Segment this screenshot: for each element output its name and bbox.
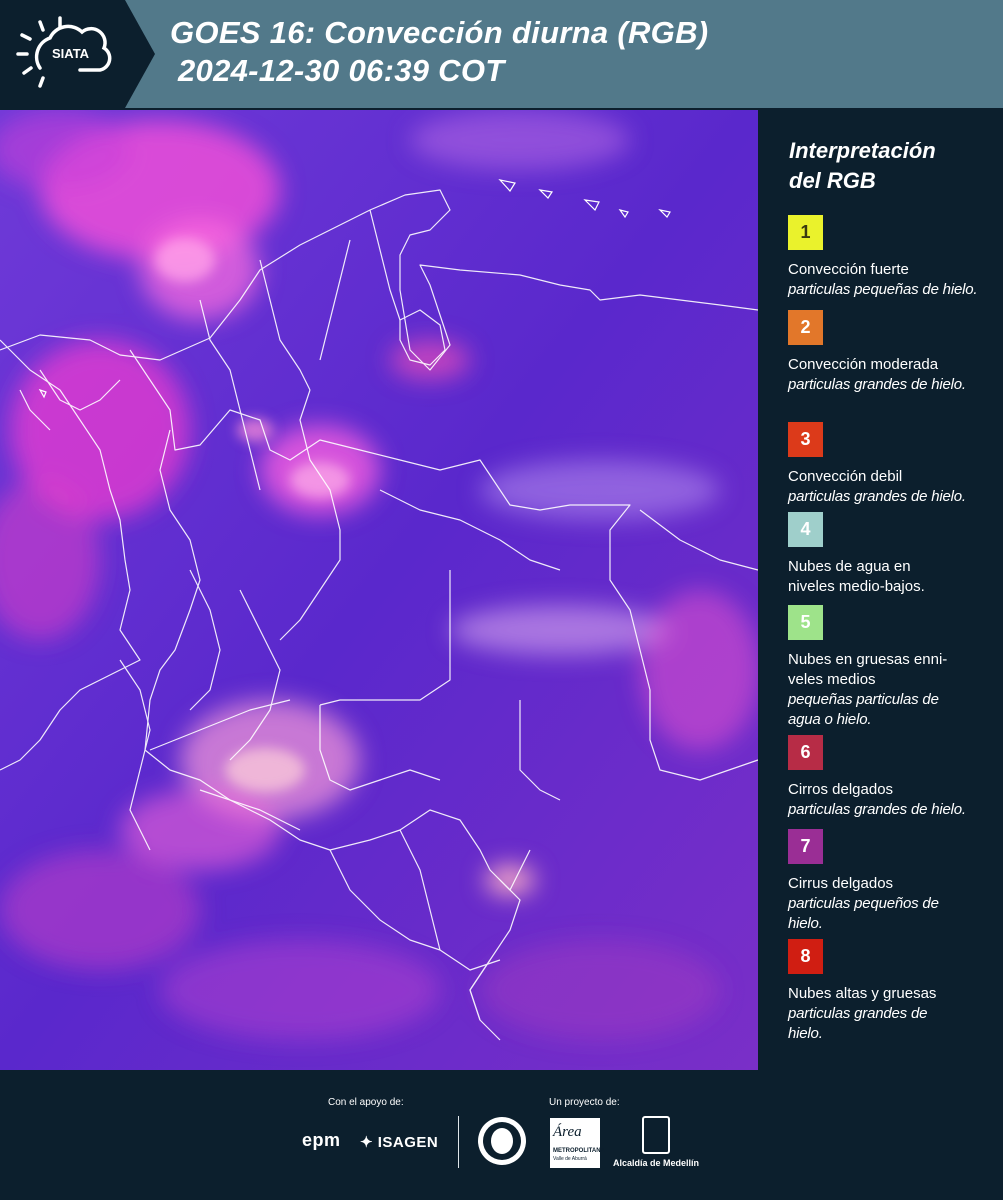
- legend-swatch-5: 5: [788, 605, 823, 640]
- legend-label-6: Cirros delgados: [788, 781, 894, 798]
- legend-swatch-7: 7: [788, 829, 823, 864]
- alcaldia-label: Alcaldía de Medellín: [613, 1158, 700, 1168]
- legend-item-6: 6 Cirros delgados particulas grandes de …: [788, 735, 998, 820]
- legend-number-2: 2: [800, 317, 811, 337]
- legend-item-1: 1 Convección fuerte particulas pequeñas …: [788, 215, 998, 300]
- legend-sub-6: particulas grandes de hielo.: [788, 801, 966, 818]
- title-line-2: 2024-12-30 06:39 COT: [178, 53, 505, 88]
- legend-sub-2: particulas grandes de hielo.: [788, 376, 966, 393]
- area-logo-sub2: Valle de Aburrá: [553, 1156, 587, 1162]
- legend-swatch-1: 1: [788, 215, 823, 250]
- legend-label-8: Nubes altas y gruesas: [788, 985, 937, 1002]
- legend-title-line-1: Interpretación: [789, 138, 936, 163]
- seal-core: [491, 1128, 513, 1154]
- legend-item-7: 7 Cirrus delgados particulas pequeños de…: [788, 829, 998, 934]
- legend-sub-3: particulas grandes de hielo.: [788, 488, 966, 505]
- legend-number-4: 4: [800, 519, 811, 539]
- legend-number-1: 1: [800, 222, 811, 242]
- legend-number-8: 8: [800, 946, 811, 966]
- isagen-logo-text: ISAGEN: [377, 1134, 439, 1151]
- legend-label-3: Convección debil: [788, 468, 903, 485]
- footer-bar: Con el apoyo de: Un proyecto de: epm ✦ I…: [0, 1070, 1003, 1200]
- legend-label-1: Convección fuerte: [788, 261, 909, 278]
- legend-item-3: 3 Convección debil particulas grandes de…: [788, 422, 998, 507]
- legend-label-2: Convección moderada: [788, 356, 939, 373]
- legend-title-line-2: del RGB: [789, 168, 876, 193]
- area-logo-text: Área: [553, 1124, 582, 1140]
- area-logo-sub: METROPOLITANA: [553, 1148, 605, 1154]
- legend-swatch-6: 6: [788, 735, 823, 770]
- legend-swatch-2: 2: [788, 310, 823, 345]
- legend-label-7: Cirrus delgados: [788, 875, 894, 892]
- legend-swatch-8: 8: [788, 939, 823, 974]
- isagen-mark-icon: ✦: [360, 1134, 374, 1151]
- area-metropolitana-logo: Área METROPOLITANA Valle de Aburrá: [550, 1118, 605, 1168]
- legend-sub-1: particulas pequeñas de hielo.: [788, 281, 978, 298]
- siata-logo: SIATA: [0, 0, 155, 108]
- epm-logo: epm: [302, 1130, 341, 1150]
- page-title: GOES 16: Convección diurna (RGB) 2024-12…: [170, 14, 708, 90]
- title-line-1: GOES 16: Convección diurna (RGB): [170, 15, 709, 50]
- legend-number-7: 7: [800, 836, 811, 856]
- legend-label-4: Nubes de agua en niveles medio-bajos.: [788, 558, 925, 595]
- legend-number-5: 5: [800, 612, 811, 632]
- legend-item-2: 2 Convección moderada particulas grandes…: [788, 310, 998, 395]
- isagen-logo: ✦ ISAGEN: [360, 1133, 438, 1151]
- support-label: Con el apoyo de:: [328, 1097, 404, 1108]
- legend-number-6: 6: [800, 742, 811, 762]
- university-seal-logo: [478, 1117, 526, 1165]
- legend-label-5: Nubes en gruesas enni-veles medios: [788, 651, 948, 688]
- project-label: Un proyecto de:: [549, 1097, 620, 1108]
- legend-sub-7: particulas pequeños de hielo.: [788, 895, 939, 932]
- alcaldia-shield-icon: [642, 1116, 670, 1154]
- satellite-map: [0, 110, 758, 1070]
- legend-swatch-4: 4: [788, 512, 823, 547]
- legend-item-5: 5 Nubes en gruesas enni-veles medios peq…: [788, 605, 998, 730]
- siata-logo-text: SIATA: [52, 46, 90, 61]
- legend-sub-8: particulas grandes de hielo.: [788, 1005, 928, 1042]
- legend-panel: Interpretación del RGB 1 Convección fuer…: [760, 110, 1003, 1070]
- header-bar: SIATA GOES 16: Convección diurna (RGB) 2…: [0, 0, 1003, 108]
- legend-swatch-3: 3: [788, 422, 823, 457]
- legend-item-8: 8 Nubes altas y gruesas particulas grand…: [788, 939, 998, 1044]
- legend-item-4: 4 Nubes de agua en niveles medio-bajos.: [788, 512, 998, 597]
- footer-divider: [458, 1116, 459, 1168]
- legend-sub-5: pequeñas particulas de agua o hielo.: [788, 691, 939, 728]
- legend-title: Interpretación del RGB: [789, 136, 936, 196]
- legend-number-3: 3: [800, 429, 811, 449]
